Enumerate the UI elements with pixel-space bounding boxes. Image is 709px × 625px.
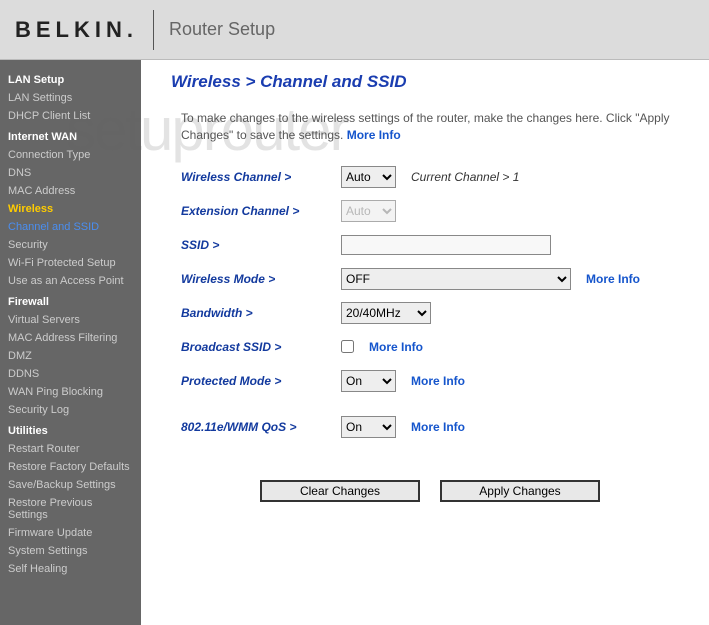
sidebar-item-virtual-servers[interactable]: Virtual Servers [0, 311, 141, 329]
sidebar-item-dmz[interactable]: DMZ [0, 347, 141, 365]
sidebar-section-utilities: Utilities [0, 419, 141, 440]
current-channel-hint: Current Channel > 1 [411, 170, 519, 184]
sidebar-item-connection-type[interactable]: Connection Type [0, 146, 141, 164]
sidebar-item-security-log[interactable]: Security Log [0, 401, 141, 419]
sidebar-section-firewall: Firewall [0, 290, 141, 311]
sidebar-item-dhcp-client-list[interactable]: DHCP Client List [0, 107, 141, 125]
header-divider [153, 10, 154, 50]
sidebar: LAN SetupLAN SettingsDHCP Client ListInt… [0, 60, 141, 625]
sidebar-item-lan-settings[interactable]: LAN Settings [0, 89, 141, 107]
wmm-qos-select[interactable]: On [341, 416, 396, 438]
wmm-qos-more-info-link[interactable]: More Info [411, 420, 465, 434]
extension-channel-label: Extension Channel > [171, 204, 341, 218]
broadcast-ssid-checkbox[interactable] [341, 340, 354, 353]
broadcast-ssid-more-info-link[interactable]: More Info [369, 340, 423, 354]
description-text: To make changes to the wireless settings… [181, 111, 670, 142]
bandwidth-label: Bandwidth > [171, 306, 341, 320]
sidebar-item-mac-address-filtering[interactable]: MAC Address Filtering [0, 329, 141, 347]
sidebar-item-restore-previous-settings[interactable]: Restore Previous Settings [0, 494, 141, 524]
sidebar-item-firmware-update[interactable]: Firmware Update [0, 524, 141, 542]
sidebar-item-self-healing[interactable]: Self Healing [0, 560, 141, 578]
header-title: Router Setup [169, 19, 275, 40]
ssid-label: SSID > [171, 238, 341, 252]
wmm-qos-label: 802.11e/WMM QoS > [171, 420, 341, 434]
sidebar-item-wi-fi-protected-setup[interactable]: Wi-Fi Protected Setup [0, 254, 141, 272]
apply-changes-button[interactable]: Apply Changes [440, 480, 600, 502]
clear-changes-button[interactable]: Clear Changes [260, 480, 420, 502]
broadcast-ssid-label: Broadcast SSID > [171, 340, 341, 354]
protected-mode-label: Protected Mode > [171, 374, 341, 388]
description-more-info-link[interactable]: More Info [347, 128, 401, 142]
extension-channel-select: Auto [341, 200, 396, 222]
protected-mode-select[interactable]: On [341, 370, 396, 392]
ssid-input[interactable] [341, 235, 551, 255]
sidebar-item-security[interactable]: Security [0, 236, 141, 254]
page-description: To make changes to the wireless settings… [171, 110, 689, 144]
sidebar-item-system-settings[interactable]: System Settings [0, 542, 141, 560]
sidebar-section-lan-setup: LAN Setup [0, 68, 141, 89]
sidebar-item-channel-and-ssid[interactable]: Channel and SSID [0, 218, 141, 236]
sidebar-section-wireless: Wireless [0, 200, 141, 218]
wireless-channel-select[interactable]: Auto [341, 166, 396, 188]
brand-logo: BELKIN. [15, 17, 148, 43]
sidebar-item-save-backup-settings[interactable]: Save/Backup Settings [0, 476, 141, 494]
sidebar-item-restore-factory-defaults[interactable]: Restore Factory Defaults [0, 458, 141, 476]
main-content: setuprouter Wireless > Channel and SSID … [141, 60, 709, 625]
header: BELKIN. Router Setup [0, 0, 709, 60]
sidebar-item-restart-router[interactable]: Restart Router [0, 440, 141, 458]
sidebar-item-wan-ping-blocking[interactable]: WAN Ping Blocking [0, 383, 141, 401]
bandwidth-select[interactable]: 20/40MHz [341, 302, 431, 324]
breadcrumb: Wireless > Channel and SSID [171, 72, 689, 92]
wireless-mode-more-info-link[interactable]: More Info [586, 272, 640, 286]
sidebar-item-mac-address[interactable]: MAC Address [0, 182, 141, 200]
sidebar-item-dns[interactable]: DNS [0, 164, 141, 182]
protected-mode-more-info-link[interactable]: More Info [411, 374, 465, 388]
wireless-mode-label: Wireless Mode > [171, 272, 341, 286]
sidebar-item-ddns[interactable]: DDNS [0, 365, 141, 383]
sidebar-item-use-as-an-access-point[interactable]: Use as an Access Point [0, 272, 141, 290]
wireless-mode-select[interactable]: OFF [341, 268, 571, 290]
sidebar-section-internet-wan: Internet WAN [0, 125, 141, 146]
wireless-channel-label: Wireless Channel > [171, 170, 341, 184]
